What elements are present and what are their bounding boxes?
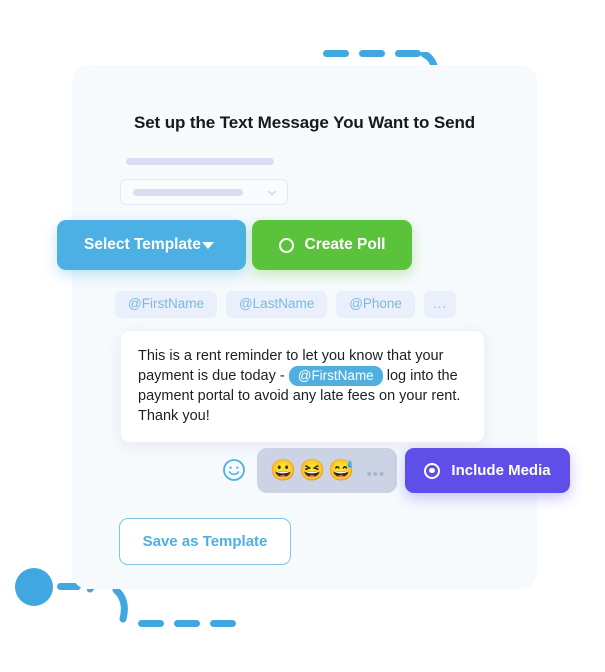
- variable-tag-row: @FirstName @LastName @Phone ...: [115, 291, 457, 318]
- circle-icon: [278, 237, 294, 253]
- variable-tag-more[interactable]: ...: [423, 291, 457, 318]
- emoji-picker-strip[interactable]: 😀 😆 😅 •••: [257, 448, 397, 493]
- message-textarea[interactable]: This is a rent reminder to let you know …: [120, 330, 485, 443]
- emoji-grinning[interactable]: 😀: [270, 460, 296, 481]
- message-setup-card: Set up the Text Message You Want to Send…: [57, 65, 570, 589]
- create-poll-label: Create Poll: [304, 236, 386, 253]
- page-title: Set up the Text Message You Want to Send: [133, 113, 476, 132]
- create-poll-button[interactable]: Create Poll: [252, 220, 412, 270]
- select-template-label: Select Template: [84, 236, 201, 253]
- smiley-face-icon[interactable]: [222, 458, 246, 482]
- chevron-down-icon: [268, 190, 276, 196]
- emoji-more-button[interactable]: •••: [366, 460, 385, 482]
- target-circle-icon: [424, 462, 441, 479]
- include-media-label: Include Media: [451, 462, 551, 479]
- variable-tag-lastname[interactable]: @LastName: [225, 291, 328, 318]
- variable-tag-firstname[interactable]: @FirstName: [115, 291, 217, 318]
- message-variable-pill[interactable]: @FirstName: [288, 366, 383, 386]
- emoji-laughing[interactable]: 😆: [299, 460, 325, 481]
- template-select-input[interactable]: [120, 179, 288, 205]
- include-media-button[interactable]: Include Media: [405, 448, 570, 493]
- caret-down-icon: [202, 241, 214, 249]
- select-template-button[interactable]: Select Template: [57, 220, 246, 270]
- field-label-skeleton: [126, 158, 274, 165]
- variable-tag-phone[interactable]: @Phone: [336, 291, 415, 318]
- emoji-sweat-smile[interactable]: 😅: [328, 460, 354, 481]
- save-as-template-button[interactable]: Save as Template: [119, 518, 291, 565]
- template-select-value-skeleton: [133, 189, 243, 196]
